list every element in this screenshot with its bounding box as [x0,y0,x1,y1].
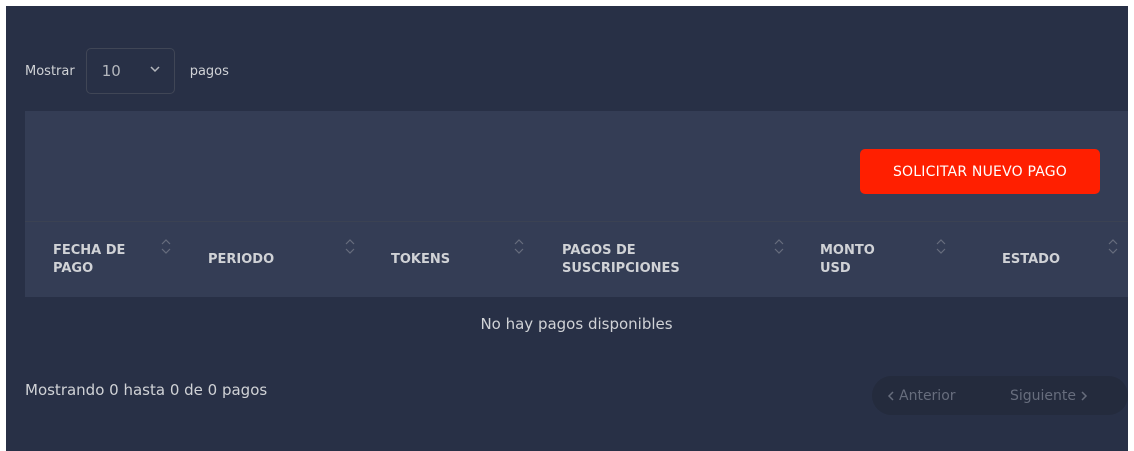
table-toolbar: SOLICITAR NUEVO PAGO [25,111,1128,221]
column-header-label: TOKENS [391,251,451,267]
page-length-control: Mostrar 10 pagos [25,47,229,95]
column-header-pagos-de-suscripciones[interactable]: PAGOS DE SUSCRIPCIONES [562,222,712,297]
table-header: FECHA DE PAGO PERIODO TOKENS PAGOS DE SU… [25,221,1128,297]
column-header-label: MONTO USD [820,242,875,276]
column-header-periodo[interactable]: PERIODO [208,222,318,297]
sort-icon [774,239,784,254]
chevron-left-icon [887,390,894,401]
column-header-monto-usd[interactable]: MONTO USD [820,222,900,297]
table-empty-message: No hay pagos disponibles [480,314,673,333]
pagination-previous-button[interactable]: Anterior [887,388,956,404]
pagination-next-button[interactable]: Siguiente [1010,388,1088,404]
column-header-label: ESTADO [1002,251,1061,267]
column-header-label: PAGOS DE SUSCRIPCIONES [562,242,680,276]
table-info-text: Mostrando 0 hasta 0 de 0 pagos [25,381,268,399]
page-length-value: 10 [101,62,121,80]
sort-icon [345,239,355,254]
length-suffix-label: pagos [189,63,229,79]
chevron-right-icon [1081,390,1088,401]
page-length-select[interactable]: 10 [85,48,175,94]
sort-icon [161,239,171,254]
column-header-tokens[interactable]: TOKENS [391,222,501,297]
pagination: Anterior Siguiente [872,376,1128,415]
column-header-label: PERIODO [208,251,275,267]
chevron-down-icon [150,66,160,73]
sort-icon [1108,239,1118,254]
request-new-payment-button[interactable]: SOLICITAR NUEVO PAGO [860,149,1100,194]
column-header-label: FECHA DE PAGO [53,242,126,276]
pagination-next-label: Siguiente [1010,387,1077,404]
sort-icon [936,239,946,254]
pagination-previous-label: Anterior [899,387,956,404]
payments-panel: Mostrar 10 pagos SOLICITAR NUEVO PAGO FE… [6,6,1128,451]
length-prefix-label: Mostrar [25,63,75,79]
column-header-estado[interactable]: ESTADO [1002,222,1092,297]
column-header-fecha-de-pago[interactable]: FECHA DE PAGO [53,222,143,297]
sort-icon [514,239,524,254]
